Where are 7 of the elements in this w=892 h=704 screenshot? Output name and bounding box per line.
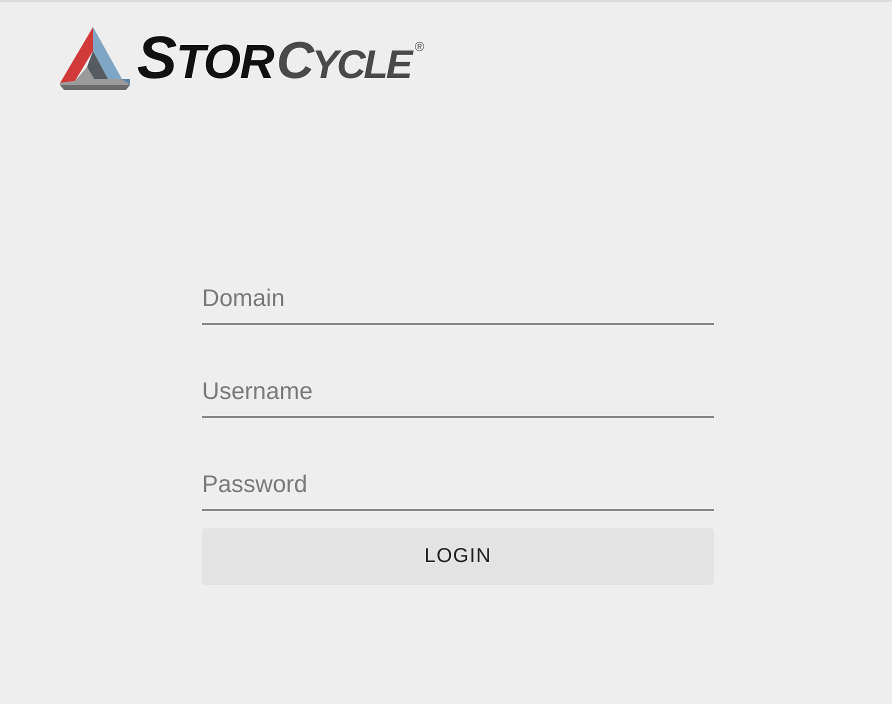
- triangle-logo-icon: [60, 27, 130, 90]
- input-field[interactable]: Domain: [202, 281, 714, 325]
- registered-mark: ®: [414, 40, 424, 53]
- input-field[interactable]: Username: [202, 374, 714, 418]
- input-field[interactable]: Password: [202, 467, 714, 511]
- login-button[interactable]: LOGIN: [202, 528, 714, 585]
- logo-wordmark: STORCYCLE: [137, 28, 411, 88]
